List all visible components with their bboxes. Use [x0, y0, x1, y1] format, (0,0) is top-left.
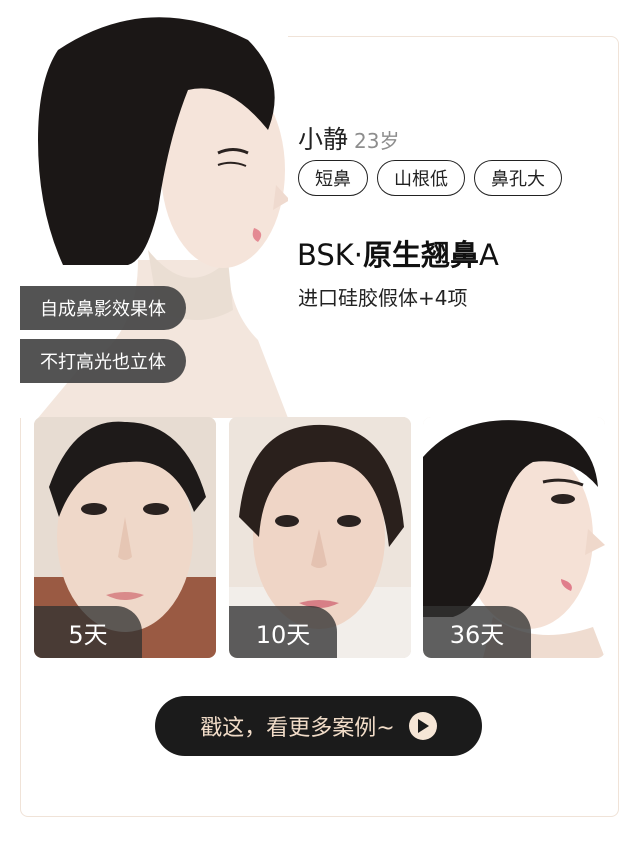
progress-photo-day10[interactable]: 10天 — [229, 417, 411, 658]
patient-name: 小静 — [298, 125, 349, 154]
product-name: 原生翘鼻 — [363, 238, 480, 272]
profile-name-row: 小静 23岁 — [298, 120, 399, 156]
tag-short-nose: 短鼻 — [298, 160, 368, 196]
feature-badge-shadow: 自成鼻影效果体 — [20, 286, 186, 330]
day-label: 36天 — [423, 606, 531, 658]
progress-photo-day36[interactable]: 36天 — [423, 417, 605, 658]
feature-badge-natural: 不打高光也立体 — [20, 339, 186, 383]
play-icon — [408, 712, 437, 740]
more-cases-label: 戳这，看更多案例~ — [200, 716, 395, 741]
more-cases-button[interactable]: 戳这，看更多案例~ — [155, 696, 482, 756]
concern-tags: 短鼻 山根低 鼻孔大 — [298, 160, 562, 196]
tag-low-bridge: 山根低 — [377, 160, 465, 196]
tag-large-nostrils: 鼻孔大 — [474, 160, 562, 196]
day-label: 10天 — [229, 606, 337, 658]
product-prefix: BSK· — [297, 238, 364, 272]
day-label: 5天 — [34, 606, 142, 658]
product-suffix: A — [479, 238, 499, 272]
product-subtitle: 进口硅胶假体+4项 — [298, 286, 468, 310]
progress-photo-day5[interactable]: 5天 — [34, 417, 216, 658]
patient-age: 23岁 — [354, 129, 400, 153]
product-title: BSK·原生翘鼻A — [297, 232, 499, 274]
